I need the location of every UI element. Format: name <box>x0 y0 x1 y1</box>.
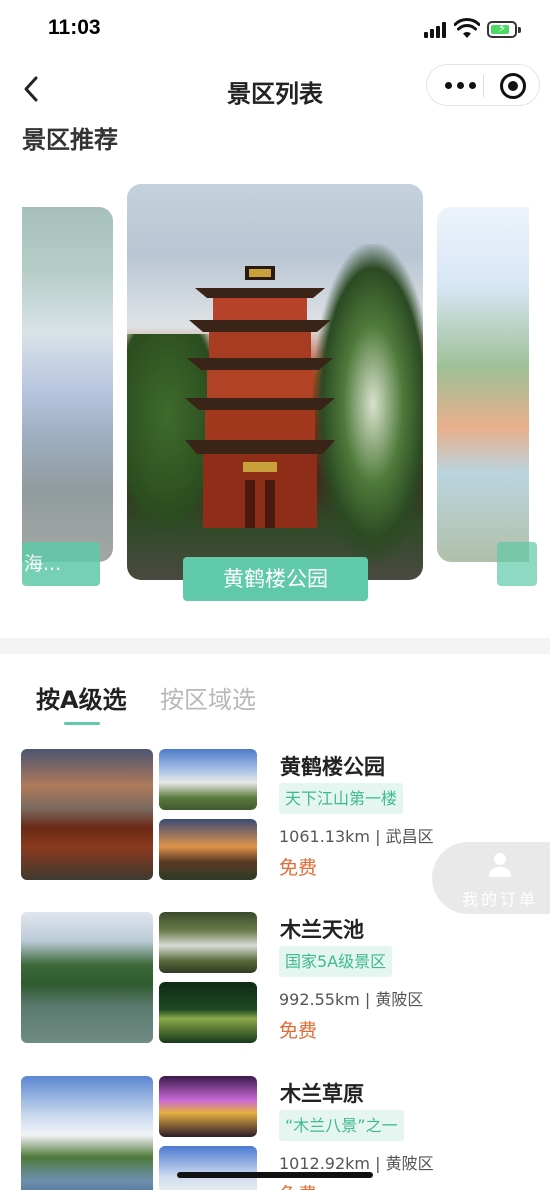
status-bar: 11:03 ⚡ <box>0 0 550 56</box>
mini-program-capsule <box>426 64 540 106</box>
wifi-icon <box>454 18 480 38</box>
carousel-card-prev[interactable] <box>22 207 113 562</box>
spot-name: 木兰草原 <box>280 1082 364 1106</box>
spot-tag: 国家5A级景区 <box>279 946 393 977</box>
spot-price: 免费 <box>279 857 318 879</box>
tab-active-indicator <box>64 722 100 725</box>
home-indicator <box>177 1172 373 1178</box>
status-time: 11:03 <box>48 16 101 39</box>
spot-distance-district: 992.55km | 黄陂区 <box>279 990 424 1009</box>
tab-by-grade[interactable]: 按A级选 <box>36 680 127 715</box>
spot-photo-secondary <box>159 912 257 973</box>
spot-price: 免费 <box>279 1180 317 1190</box>
spot-photo-secondary <box>159 1076 257 1137</box>
section-title: 景区推荐 <box>22 126 118 154</box>
signal-icon <box>424 22 448 38</box>
user-icon <box>489 853 511 877</box>
carousel-label-prev: 海... <box>22 542 100 586</box>
spot-photo-secondary <box>159 749 257 810</box>
spot-photo-main <box>21 912 153 1043</box>
spot-photo-main <box>21 749 153 880</box>
my-orders-label: 我的订单 <box>462 890 539 909</box>
battery-icon: ⚡ <box>487 21 521 38</box>
tab-by-region[interactable]: 按区域选 <box>160 680 256 715</box>
spot-tag: 天下江山第一楼 <box>279 783 404 814</box>
recommend-carousel[interactable]: 海... 黄鹤楼公园 <box>0 180 550 620</box>
carousel-card-next[interactable] <box>437 207 529 562</box>
spot-photo-secondary <box>159 982 257 1043</box>
spot-distance-district: 1061.13km | 武昌区 <box>279 827 434 846</box>
carousel-card-current[interactable] <box>127 184 423 580</box>
nav-bar: 景区列表 <box>0 56 550 124</box>
carousel-label-next <box>497 542 537 586</box>
my-orders-button[interactable]: 我的订单 <box>432 842 550 914</box>
section-divider <box>0 638 550 654</box>
close-target-icon[interactable] <box>500 73 526 99</box>
spot-photo-main <box>21 1076 153 1190</box>
carousel-label-current[interactable]: 黄鹤楼公园 <box>183 557 368 601</box>
filter-tabs: 按A级选 按区域选 <box>0 672 550 732</box>
spot-name: 黄鹤楼公园 <box>280 755 385 779</box>
spot-photo-secondary <box>159 819 257 880</box>
spot-distance-district: 1012.92km | 黄陂区 <box>279 1154 434 1173</box>
pagoda-image <box>185 266 335 528</box>
spot-price: 免费 <box>279 1020 318 1042</box>
list-item[interactable]: 木兰天池 国家5A级景区 992.55km | 黄陂区 免费 <box>0 912 550 1052</box>
more-icon[interactable] <box>443 75 479 95</box>
capsule-divider <box>483 75 484 97</box>
spot-name: 木兰天池 <box>280 918 364 942</box>
spot-photo-secondary <box>159 1146 257 1190</box>
spot-tag: “木兰八景”之一 <box>279 1110 404 1141</box>
